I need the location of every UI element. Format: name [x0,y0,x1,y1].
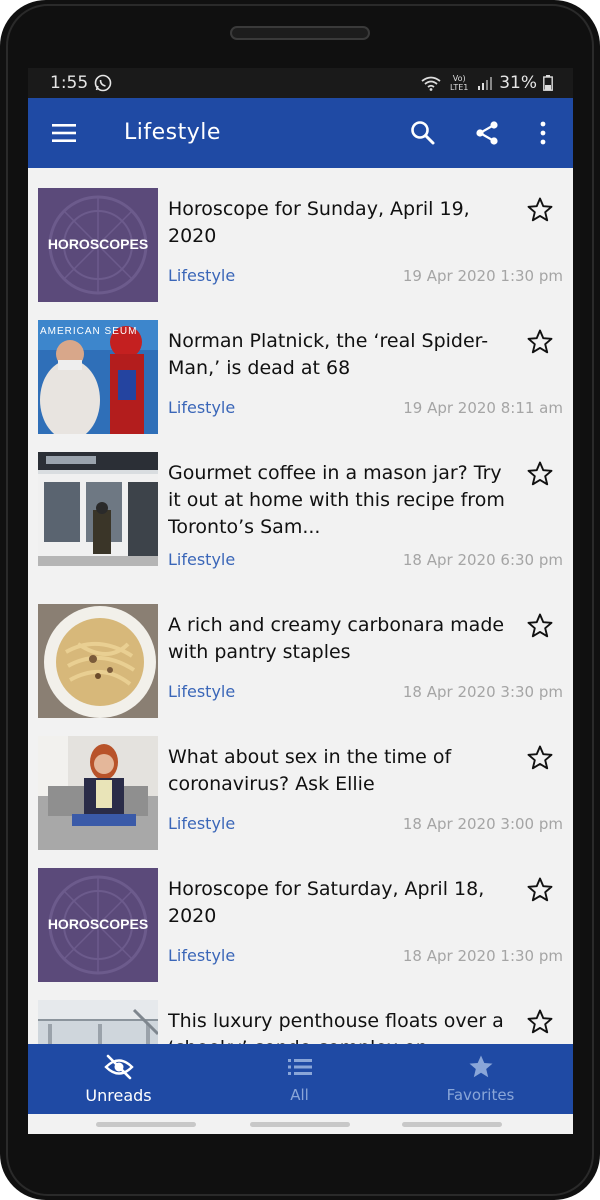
app-bar: Lifestyle [28,98,573,168]
article-headline[interactable]: Horoscope for Saturday, April 18, 2020 [168,876,508,930]
menu-icon[interactable] [50,121,78,145]
article-timestamp: 19 Apr 2020 1:30 pm [402,267,563,285]
article-headline[interactable]: Norman Platnick, the ‘real Spider-Man,’ … [168,328,508,382]
wifi-icon [421,76,441,91]
battery-percent: 31% [499,73,537,93]
network-type: Vo) LTE1 [450,74,469,92]
star-icon [469,1055,493,1078]
article-thumbnail: HOROSCOPES [38,868,158,982]
article-card[interactable]: AMERICAN SEUM Norman Platnick, the ‘real… [28,300,573,434]
system-home-handle[interactable] [250,1122,350,1127]
article-headline[interactable]: This luxury penthouse floats over a ‘che… [168,1008,508,1044]
tab-all-label: All [290,1086,309,1104]
article-card[interactable]: HOROSCOPES Horoscope for Saturday, April… [28,848,573,982]
favorite-star-icon[interactable] [526,612,554,640]
thumbnail-text: HOROSCOPES [47,236,149,252]
search-icon[interactable] [409,119,437,147]
page-title: Lifestyle [124,120,221,145]
article-list[interactable]: HOROSCOPES Horoscope for Sunday, April 1… [28,168,573,1044]
favorite-star-icon[interactable] [526,460,554,488]
article-card[interactable]: Gourmet coffee in a mason jar? Try it ou… [28,432,573,569]
battery-icon [543,75,553,91]
article-thumbnail [38,736,158,850]
tab-unreads-label: Unreads [85,1086,152,1105]
article-card[interactable]: This luxury penthouse floats over a ‘che… [28,980,573,1044]
article-timestamp: 19 Apr 2020 8:11 am [403,399,563,417]
system-navigation-bar [28,1114,573,1134]
status-time: 1:55 [50,73,89,93]
whatsapp-icon [94,74,112,92]
article-timestamp: 18 Apr 2020 1:30 pm [402,947,563,965]
eye-off-icon [104,1054,134,1080]
signal-icon [478,77,493,90]
phone-frame: 1:55 Vo) LTE1 31% Lifestyle HOROSCOPES H… [0,0,600,1200]
system-back-handle[interactable] [96,1122,196,1127]
article-category[interactable]: Lifestyle [168,550,235,569]
article-category[interactable]: Lifestyle [168,946,235,965]
speaker-grille [230,26,370,40]
favorite-star-icon[interactable] [526,744,554,772]
article-category[interactable]: Lifestyle [168,682,235,701]
tab-favorites[interactable]: Favorites [390,1044,571,1114]
list-icon [288,1059,312,1075]
thumbnail-text: AMERICAN SEUM [40,326,138,337]
article-timestamp: 18 Apr 2020 3:30 pm [402,683,563,701]
article-card[interactable]: What about sex in the time of coronaviru… [28,716,573,850]
bottom-navigation: Unreads All Favorites [28,1044,573,1114]
article-timestamp: 18 Apr 2020 3:00 pm [402,815,563,833]
tab-all[interactable]: All [209,1044,390,1114]
article-card[interactable]: A rich and creamy carbonara made with pa… [28,584,573,718]
status-bar: 1:55 Vo) LTE1 31% [28,68,573,98]
article-category[interactable]: Lifestyle [168,814,235,833]
status-indicators: Vo) LTE1 31% [421,68,553,98]
article-headline[interactable]: Horoscope for Sunday, April 19, 2020 [168,196,508,250]
tab-favorites-label: Favorites [446,1086,515,1104]
article-card[interactable]: HOROSCOPES Horoscope for Sunday, April 1… [28,168,573,302]
article-thumbnail [38,1000,158,1044]
screen: 1:55 Vo) LTE1 31% Lifestyle HOROSCOPES H… [28,68,573,1134]
more-options-icon[interactable] [529,119,557,147]
article-headline[interactable]: Gourmet coffee in a mason jar? Try it ou… [168,460,508,541]
article-thumbnail: AMERICAN SEUM [38,320,158,434]
thumbnail-text: HOROSCOPES [47,916,149,932]
tab-unreads[interactable]: Unreads [28,1044,209,1114]
article-timestamp: 18 Apr 2020 6:30 pm [402,551,563,569]
article-category[interactable]: Lifestyle [168,266,235,285]
favorite-star-icon[interactable] [526,196,554,224]
article-thumbnail [38,452,158,566]
article-headline[interactable]: A rich and creamy carbonara made with pa… [168,612,508,666]
article-category[interactable]: Lifestyle [168,398,235,417]
favorite-star-icon[interactable] [526,876,554,904]
share-icon[interactable] [473,119,501,147]
favorite-star-icon[interactable] [526,328,554,356]
article-headline[interactable]: What about sex in the time of coronaviru… [168,744,508,798]
system-recents-handle[interactable] [402,1122,502,1127]
favorite-star-icon[interactable] [526,1008,554,1036]
article-thumbnail: HOROSCOPES [38,188,158,302]
article-thumbnail [38,604,158,718]
